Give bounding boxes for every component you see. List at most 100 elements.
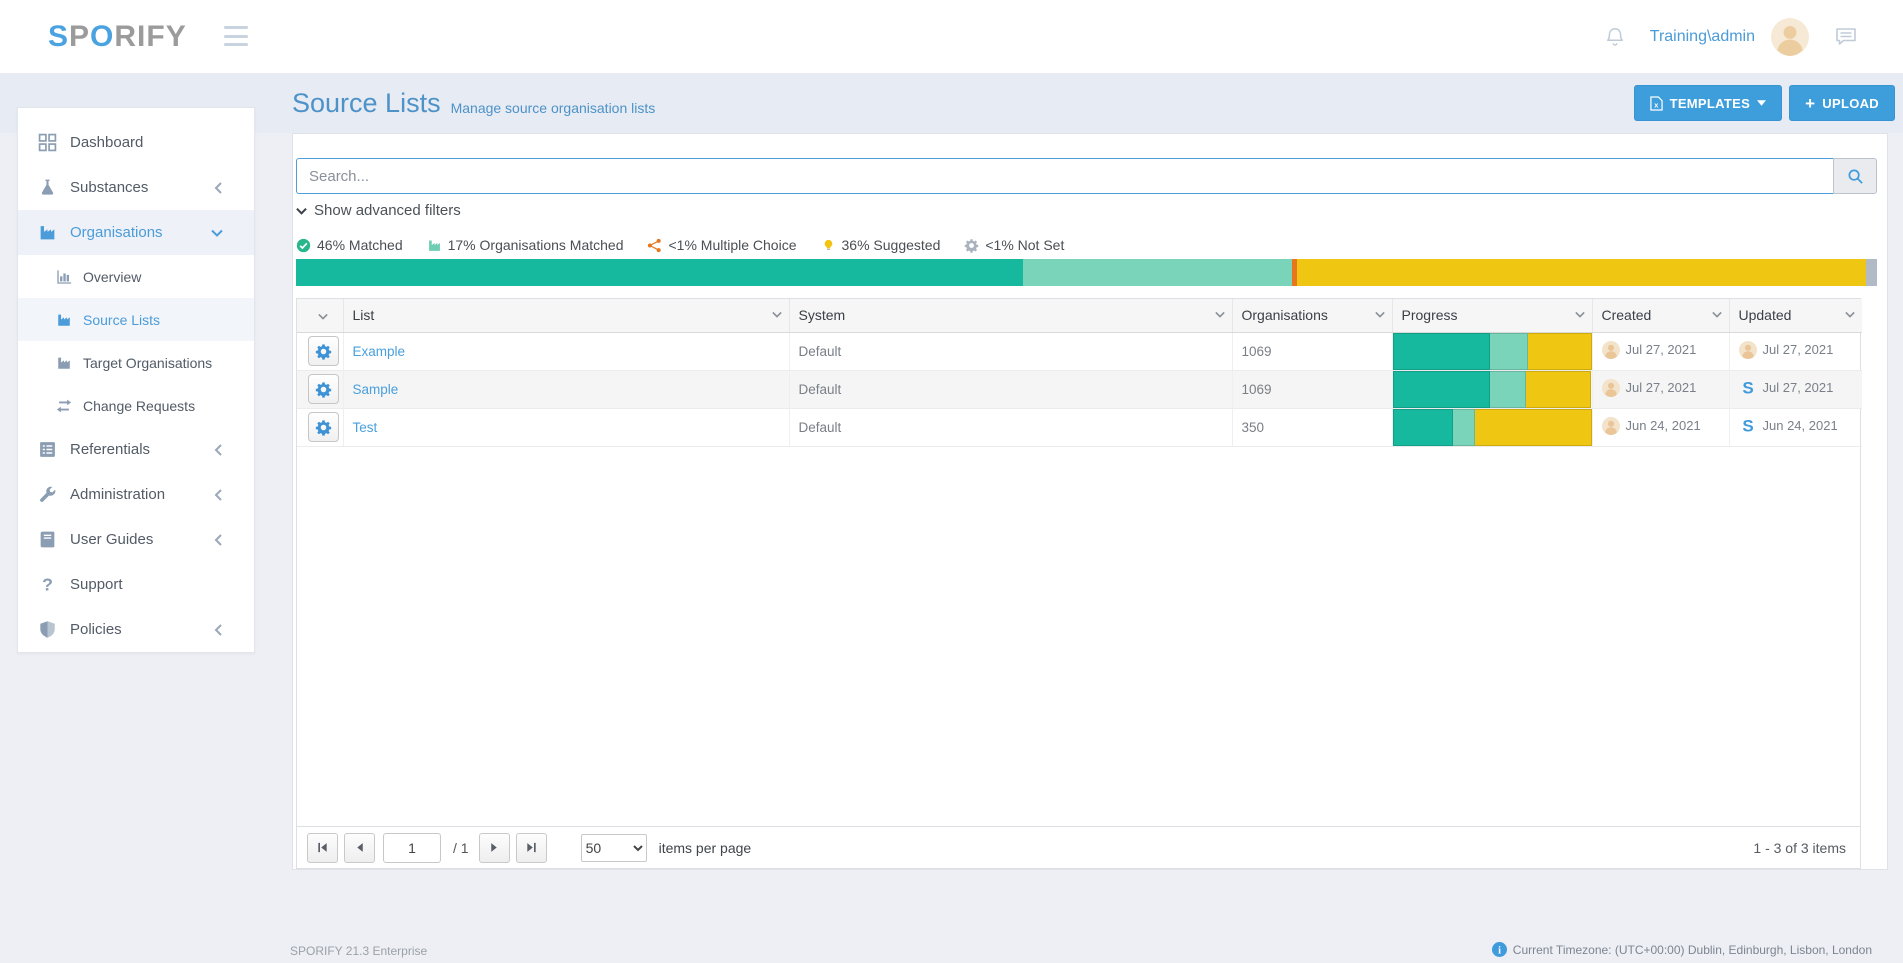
page-titles: Source Lists Manage source organisation … [292, 73, 655, 133]
overall-progress-segment [1023, 259, 1292, 286]
sporify-s-icon: S [1739, 379, 1757, 397]
timezone-text: Current Timezone: (UTC+00:00) Dublin, Ed… [1513, 943, 1872, 957]
progress-segment [1393, 409, 1454, 446]
progress-segment [1393, 371, 1491, 408]
chevron-down-icon[interactable] [1845, 311, 1855, 318]
sidebar-item-label: Change Requests [83, 398, 236, 414]
column-header-label: List [353, 307, 375, 323]
caret-down-icon [1757, 100, 1766, 106]
page-number-input[interactable] [383, 833, 441, 863]
chart-icon [56, 269, 72, 285]
templates-button-label: TEMPLATES [1670, 96, 1750, 111]
list-link[interactable]: Test [353, 420, 378, 435]
list-link[interactable]: Sample [353, 382, 399, 397]
page-title: Source Lists [292, 88, 441, 119]
search-button[interactable] [1833, 158, 1877, 194]
row-settings-button[interactable] [308, 336, 339, 366]
sidebar-item-support[interactable]: ?Support [18, 562, 254, 607]
chevron-down-icon[interactable] [1575, 311, 1585, 318]
column-header-organisations[interactable]: Organisations [1232, 299, 1392, 332]
column-header-created[interactable]: Created [1592, 299, 1729, 332]
progress-segment [1453, 409, 1475, 446]
share-icon [647, 238, 662, 253]
items-per-page-label: items per page [659, 840, 752, 856]
row-settings-button[interactable] [308, 374, 339, 404]
first-page-button[interactable] [307, 833, 338, 863]
sidebar-item-source-lists[interactable]: Source Lists [18, 298, 254, 341]
sidebar-item-overview[interactable]: Overview [18, 255, 254, 298]
updated-cell: SJun 24, 2021 [1739, 417, 1838, 435]
gear-icon [964, 238, 979, 253]
column-header-actions[interactable] [297, 299, 343, 332]
notifications-bell-icon[interactable] [1604, 25, 1626, 49]
templates-button[interactable]: x TEMPLATES [1634, 85, 1782, 121]
search-input[interactable] [296, 158, 1833, 194]
logo-letter: P [69, 20, 90, 54]
legend-item: <1% Not Set [964, 237, 1064, 253]
user-avatar-icon [1602, 379, 1620, 397]
chevron-down-icon[interactable] [1375, 311, 1385, 318]
previous-page-icon [353, 841, 366, 854]
row-progress-bar [1393, 409, 1592, 446]
menu-toggle-icon[interactable] [224, 26, 248, 46]
chevron-down-icon[interactable] [772, 311, 782, 318]
sidebar-item-label: User Guides [70, 531, 214, 548]
page-size-select[interactable]: 50 [581, 834, 647, 862]
top-bar: SPORIFY Training\admin [0, 0, 1903, 73]
chevron-down-icon[interactable] [1712, 311, 1722, 318]
column-header-label: Progress [1402, 307, 1458, 323]
progress-segment [1528, 333, 1591, 370]
sidebar-item-organisations[interactable]: Organisations [18, 210, 254, 255]
progress-segment [1393, 333, 1491, 370]
last-page-button[interactable] [516, 833, 547, 863]
chevron-left-icon [214, 534, 223, 546]
chevron-down-icon[interactable] [318, 313, 328, 320]
column-header-system[interactable]: System [789, 299, 1232, 332]
pagination-summary: 1 - 3 of 3 items [1753, 840, 1850, 856]
sporify-logo[interactable]: SPORIFY [48, 0, 187, 73]
search-row [296, 158, 1877, 194]
upload-button[interactable]: + UPLOAD [1789, 85, 1895, 121]
legend-item: 46% Matched [296, 237, 403, 253]
list-icon [38, 440, 57, 459]
table-row: SampleDefault1069Jul 27, 2021SJul 27, 20… [297, 370, 1862, 408]
chevron-left-icon [214, 624, 223, 636]
search-icon [1847, 168, 1864, 185]
updated-date: Jul 27, 2021 [1763, 380, 1834, 395]
user-avatar-icon[interactable] [1771, 18, 1809, 56]
next-page-button[interactable] [479, 833, 510, 863]
sidebar-item-user-guides[interactable]: User Guides [18, 517, 254, 562]
bulb-icon [821, 238, 836, 253]
user-menu[interactable]: Training\admin [1650, 28, 1755, 46]
factory-icon [56, 312, 72, 328]
previous-page-button[interactable] [344, 833, 375, 863]
sidebar-item-referentials[interactable]: Referentials [18, 427, 254, 472]
flask-icon [38, 178, 57, 197]
column-header-updated[interactable]: Updated [1729, 299, 1862, 332]
legend-label: 36% Suggested [842, 237, 941, 253]
column-header-progress[interactable]: Progress [1392, 299, 1592, 332]
chevron-down-icon[interactable] [1215, 311, 1225, 318]
sidebar-item-policies[interactable]: Policies [18, 607, 254, 652]
column-header-list[interactable]: List [343, 299, 789, 332]
sidebar-item-substances[interactable]: Substances [18, 165, 254, 210]
created-date: Jul 27, 2021 [1626, 342, 1697, 357]
show-advanced-filters-toggle[interactable]: Show advanced filters [296, 202, 461, 219]
column-header-label: Organisations [1242, 307, 1328, 323]
svg-text:S: S [1742, 379, 1753, 397]
sidebar-item-target-organisations[interactable]: Target Organisations [18, 341, 254, 384]
legend-label: <1% Not Set [985, 237, 1064, 253]
sidebar-item-change-requests[interactable]: Change Requests [18, 384, 254, 427]
row-settings-button[interactable] [308, 412, 339, 442]
timezone-label: i Current Timezone: (UTC+00:00) Dublin, … [1492, 942, 1872, 957]
created-cell: Jun 24, 2021 [1602, 417, 1701, 435]
sidebar-item-dashboard[interactable]: Dashboard [18, 120, 254, 165]
legend-item: 17% Organisations Matched [427, 237, 624, 253]
list-link[interactable]: Example [353, 344, 406, 359]
feedback-chat-icon[interactable] [1835, 27, 1857, 47]
logo-letter: S [48, 20, 69, 54]
sidebar-item-administration[interactable]: Administration [18, 472, 254, 517]
swap-icon [56, 398, 72, 414]
content-card: Show advanced filters 46% Matched 17% Org… [292, 133, 1888, 870]
book-icon [38, 530, 57, 549]
